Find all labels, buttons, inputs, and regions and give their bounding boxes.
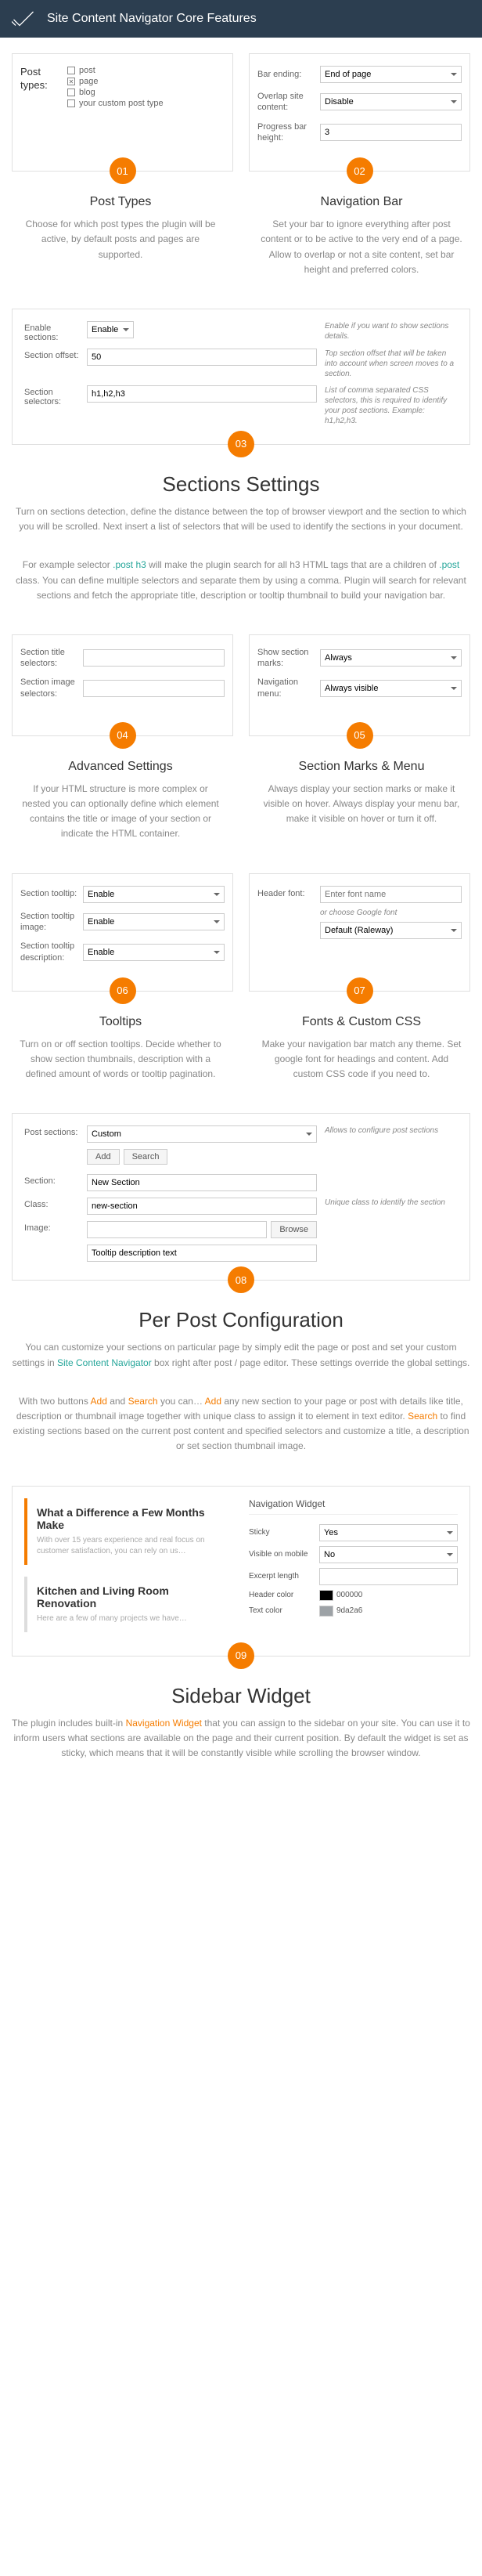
desc-08a: You can customize your sections on parti… — [0, 1332, 482, 1386]
checkbox-blog[interactable]: blog — [67, 88, 164, 97]
panel-fonts: Header font: or choose Google font Defau… — [249, 873, 470, 992]
title-08: Per Post Configuration — [0, 1308, 482, 1332]
panel-widget: What a Difference a Few Months Make With… — [12, 1486, 470, 1657]
panel-per-post: Post sections:CustomAllows to configure … — [12, 1113, 470, 1281]
desc-03b: For example selector .post h3 will make … — [0, 550, 482, 619]
title-02: Navigation Bar — [249, 195, 474, 209]
header-color-swatch[interactable] — [319, 1590, 333, 1601]
desc-03a: Turn on sections detection, define the d… — [0, 497, 482, 550]
badge-04: 04 — [110, 722, 136, 749]
mobile-select[interactable]: No — [319, 1546, 458, 1563]
badge-07: 07 — [347, 977, 373, 1004]
excerpt-input[interactable] — [319, 1568, 458, 1585]
font-name-input[interactable] — [320, 886, 462, 903]
title-03: Sections Settings — [0, 472, 482, 497]
desc-05: Always display your section marks or mak… — [249, 774, 474, 843]
title-07: Fonts & Custom CSS — [249, 1015, 474, 1029]
desc-01: Choose for which post types the plugin w… — [8, 209, 233, 278]
badge-01: 01 — [110, 157, 136, 184]
tooltip-desc-select[interactable]: Enable — [83, 944, 225, 961]
section-marks-select[interactable]: Always — [320, 649, 462, 667]
google-font-select[interactable]: Default (Raleway) — [320, 922, 462, 939]
tooltip-select[interactable]: Enable — [83, 886, 225, 903]
desc-06: Turn on or off section tooltips. Decide … — [8, 1029, 233, 1098]
enable-sections-select[interactable]: Enable — [87, 321, 134, 338]
panel-sections: Enable sections:EnableEnable if you want… — [12, 309, 470, 445]
add-button[interactable]: Add — [87, 1149, 120, 1165]
desc-04: If your HTML structure is more complex o… — [8, 774, 233, 858]
tooltip-image-select[interactable]: Enable — [83, 913, 225, 930]
widget-item-2: Kitchen and Living Room Renovation Here … — [24, 1577, 233, 1632]
widget-item-1: What a Difference a Few Months Make With… — [24, 1498, 233, 1565]
nav-menu-select[interactable]: Always visible — [320, 680, 462, 697]
title-selectors-input[interactable] — [83, 649, 225, 667]
desc-08b: With two buttons Add and Search you can…… — [0, 1386, 482, 1470]
section-name-input[interactable] — [87, 1174, 317, 1191]
badge-08: 08 — [228, 1266, 254, 1293]
browse-button[interactable]: Browse — [271, 1221, 317, 1238]
bar-height-input[interactable] — [320, 124, 462, 141]
post-sections-select[interactable]: Custom — [87, 1125, 317, 1143]
section-offset-input[interactable] — [87, 349, 317, 366]
class-input[interactable] — [87, 1198, 317, 1215]
desc-09: The plugin includes built-in Navigation … — [0, 1708, 482, 1777]
title-06: Tooltips — [8, 1015, 233, 1029]
title-01: Post Types — [8, 195, 233, 209]
tooltip-desc-input[interactable] — [87, 1245, 317, 1262]
checkbox-post[interactable]: post — [67, 66, 164, 75]
title-04: Advanced Settings — [8, 760, 233, 774]
overlap-select[interactable]: Disable — [320, 93, 462, 110]
checkbox-custom[interactable]: your custom post type — [67, 99, 164, 108]
widget-heading: Navigation Widget — [249, 1498, 458, 1515]
search-button[interactable]: Search — [124, 1149, 168, 1165]
desc-07: Make your navigation bar match any theme… — [249, 1029, 474, 1098]
image-input[interactable] — [87, 1221, 267, 1238]
panel-tooltips: Section tooltip:Enable Section tooltip i… — [12, 873, 233, 992]
text-color-swatch[interactable] — [319, 1606, 333, 1617]
checkbox-page[interactable]: ✕page — [67, 77, 164, 86]
header-title: Site Content Navigator Core Features — [47, 12, 257, 25]
panel-post-types: Post types: post ✕page blog your custom … — [12, 53, 233, 172]
sticky-select[interactable]: Yes — [319, 1524, 458, 1541]
title-09: Sidebar Widget — [0, 1684, 482, 1708]
bar-ending-select[interactable]: End of page — [320, 66, 462, 83]
panel-marks-menu: Show section marks:Always Navigation men… — [249, 634, 470, 736]
page-header: Site Content Navigator Core Features — [0, 0, 482, 38]
title-05: Section Marks & Menu — [249, 760, 474, 774]
post-types-label: Post types: — [20, 66, 67, 110]
badge-03: 03 — [228, 431, 254, 457]
desc-02: Set your bar to ignore everything after … — [249, 209, 474, 293]
badge-05: 05 — [347, 722, 373, 749]
section-selectors-input[interactable] — [87, 385, 317, 403]
image-selectors-input[interactable] — [83, 680, 225, 697]
panel-navigation-bar: Bar ending:End of page Overlap site cont… — [249, 53, 470, 172]
checkmark-icon — [12, 8, 35, 31]
badge-09: 09 — [228, 1642, 254, 1669]
panel-advanced: Section title selectors: Section image s… — [12, 634, 233, 736]
badge-06: 06 — [110, 977, 136, 1004]
badge-02: 02 — [347, 157, 373, 184]
